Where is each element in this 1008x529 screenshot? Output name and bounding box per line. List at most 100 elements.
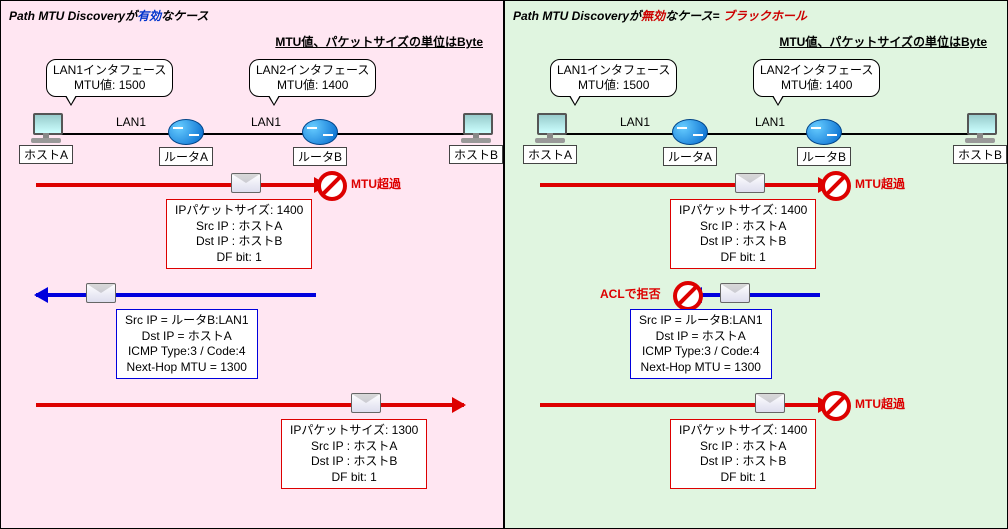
node-router-b: ルータB (293, 119, 347, 166)
info-line: Src IP : ホストA (290, 439, 418, 455)
subtitle: MTU値、パケットサイズの単位はByte (275, 33, 483, 50)
node-label: ルータA (663, 147, 717, 166)
infobox-pkt1: IPパケットサイズ: 1400 Src IP : ホストA Dst IP : ホ… (166, 199, 312, 269)
host-icon (962, 113, 998, 143)
stop-icon (673, 281, 703, 311)
envelope-icon (86, 283, 116, 303)
host-icon (458, 113, 494, 143)
info-line: Next-Hop MTU = 1300 (125, 360, 249, 376)
balloon-line: MTU値: 1500 (53, 78, 166, 93)
title-post: なケース= (665, 9, 723, 23)
stop-icon (821, 391, 851, 421)
envelope-icon (231, 173, 261, 193)
balloon-line: MTU値: 1400 (760, 78, 873, 93)
title-pre: Path MTU Discovery (513, 9, 629, 23)
info-line: Src IP = ルータB:LAN1 (639, 313, 763, 329)
info-line: Dst IP = ホストA (639, 329, 763, 345)
info-line: Next-Hop MTU = 1300 (639, 360, 763, 376)
info-line: Dst IP : ホストB (290, 454, 418, 470)
link-label-lan1: LAN1 (620, 115, 650, 129)
info-line: IPパケットサイズ: 1400 (679, 423, 807, 439)
infobox-pkt2: IPパケットサイズ: 1400 Src IP : ホストA Dst IP : ホ… (670, 419, 816, 489)
infobox-icmp: Src IP = ルータB:LAN1 Dst IP = ホストA ICMP Ty… (630, 309, 772, 379)
node-label: ホストA (19, 145, 73, 164)
panel-title: Path MTU Discoveryが無効なケース= ブラックホール (513, 7, 999, 24)
info-line: IPパケットサイズ: 1400 (175, 203, 303, 219)
envelope-icon (720, 283, 750, 303)
info-line: ICMP Type:3 / Code:4 (639, 344, 763, 360)
info-line: Src IP : ホストA (679, 219, 807, 235)
topology-link (39, 133, 469, 135)
balloon-lan2: LAN2インタフェース MTU値: 1400 (249, 59, 376, 97)
envelope-icon (735, 173, 765, 193)
panel-title: Path MTU Discoveryが有効なケース (9, 7, 495, 24)
balloon-line: LAN2インタフェース (760, 63, 873, 78)
balloon-line: MTU値: 1500 (557, 78, 670, 93)
info-line: IPパケットサイズ: 1400 (679, 203, 807, 219)
link-label-lan1b: LAN1 (755, 115, 785, 129)
balloon-line: LAN1インタフェース (557, 63, 670, 78)
topology-link (543, 133, 973, 135)
node-router-b: ルータB (797, 119, 851, 166)
title-mid: が (125, 9, 137, 23)
info-line: DF bit: 1 (175, 250, 303, 266)
info-line: Src IP : ホストA (679, 439, 807, 455)
node-host-a: ホストA (523, 113, 577, 164)
router-icon (168, 119, 204, 145)
info-line: DF bit: 1 (679, 470, 807, 486)
arrow-pkt1 (540, 183, 830, 187)
label-mtu-exceed: MTU超過 (351, 175, 401, 192)
info-line: Dst IP = ホストA (125, 329, 249, 345)
subtitle: MTU値、パケットサイズの単位はByte (779, 33, 987, 50)
envelope-icon (351, 393, 381, 413)
arrow-pkt2 (540, 403, 830, 407)
label-acl-deny: ACLで拒否 (600, 285, 661, 302)
panel-pmtu-disabled: Path MTU Discoveryが無効なケース= ブラックホール MTU値、… (504, 0, 1008, 529)
link-label-lan1b: LAN1 (251, 115, 281, 129)
balloon-line: MTU値: 1400 (256, 78, 369, 93)
node-host-a: ホストA (19, 113, 73, 164)
router-icon (806, 119, 842, 145)
envelope-icon (755, 393, 785, 413)
info-line: Dst IP : ホストB (679, 454, 807, 470)
link-label-lan1: LAN1 (116, 115, 146, 129)
title-extra: ブラックホール (723, 9, 807, 23)
router-icon (302, 119, 338, 145)
info-line: ICMP Type:3 / Code:4 (125, 344, 249, 360)
title-post: なケース (161, 9, 208, 23)
info-line: DF bit: 1 (290, 470, 418, 486)
label-mtu-exceed: MTU超過 (855, 175, 905, 192)
stop-icon (821, 171, 851, 201)
arrow-pkt2 (36, 403, 464, 407)
infobox-pkt2: IPパケットサイズ: 1300 Src IP : ホストA Dst IP : ホ… (281, 419, 427, 489)
node-router-a: ルータA (159, 119, 213, 166)
balloon-line: LAN1インタフェース (53, 63, 166, 78)
info-line: DF bit: 1 (679, 250, 807, 266)
info-line: Src IP = ルータB:LAN1 (125, 313, 249, 329)
arrow-icmp (36, 293, 316, 297)
node-host-b: ホストB (953, 113, 1007, 164)
info-line: Dst IP : ホストB (679, 234, 807, 250)
node-host-b: ホストB (449, 113, 503, 164)
title-pre: Path MTU Discovery (9, 9, 125, 23)
node-label: ホストB (449, 145, 503, 164)
title-highlight: 無効 (641, 9, 665, 23)
page: Path MTU Discoveryが有効なケース MTU値、パケットサイズの単… (0, 0, 1008, 529)
stop-icon (317, 171, 347, 201)
balloon-lan1: LAN1インタフェース MTU値: 1500 (550, 59, 677, 97)
arrow-icmp (690, 293, 820, 297)
balloon-lan1: LAN1インタフェース MTU値: 1500 (46, 59, 173, 97)
info-line: Dst IP : ホストB (175, 234, 303, 250)
node-label: ホストB (953, 145, 1007, 164)
title-mid: が (629, 9, 641, 23)
node-label: ルータA (159, 147, 213, 166)
host-icon (532, 113, 568, 143)
node-label: ホストA (523, 145, 577, 164)
arrow-pkt1 (36, 183, 326, 187)
node-label: ルータB (293, 147, 347, 166)
balloon-lan2: LAN2インタフェース MTU値: 1400 (753, 59, 880, 97)
node-router-a: ルータA (663, 119, 717, 166)
panel-pmtu-enabled: Path MTU Discoveryが有効なケース MTU値、パケットサイズの単… (0, 0, 504, 529)
title-highlight: 有効 (137, 9, 161, 23)
info-line: IPパケットサイズ: 1300 (290, 423, 418, 439)
